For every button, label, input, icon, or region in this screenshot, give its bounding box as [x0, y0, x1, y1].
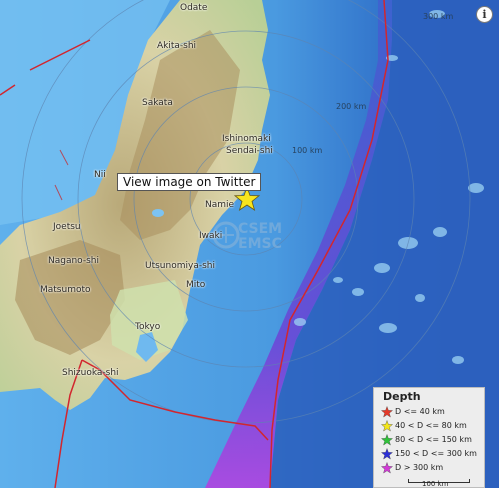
place-akita: Akita-shi	[157, 41, 197, 51]
place-matsumoto: Matsumoto	[40, 285, 91, 295]
place-sendai: Sendai-shi	[226, 146, 273, 156]
legend-row: D <= 40 km	[381, 406, 445, 418]
view-image-tooltip[interactable]: View image on Twitter	[117, 173, 262, 191]
watermark-line2: EMSC	[238, 236, 282, 252]
ring-label-300km: 300 km	[423, 12, 454, 21]
place-odate: Odate	[180, 3, 208, 13]
legend-row: 80 < D <= 150 km	[381, 434, 472, 446]
ring-label-100km: 100 km	[292, 146, 323, 155]
legend-label: 80 < D <= 150 km	[395, 435, 472, 444]
place-joetsu: Joetsu	[53, 222, 81, 232]
place-shizuoka: Shizuoka-shi	[62, 368, 119, 378]
place-sakata: Sakata	[142, 98, 173, 108]
legend-title: Depth	[383, 390, 421, 403]
legend-row: 40 < D <= 80 km	[381, 420, 467, 432]
place-utsunomiya: Utsunomiya-shi	[145, 261, 215, 271]
info-button[interactable]: i	[476, 6, 493, 23]
place-nagano: Nagano-shi	[48, 256, 99, 266]
lake-inawashiro	[152, 209, 164, 217]
scale-label: 100 km	[422, 480, 449, 488]
legend-label: D > 300 km	[395, 463, 444, 472]
depth-legend: Depth D <= 40 km 40 < D <= 80 km 80 < D …	[373, 387, 485, 488]
place-namie: Namie	[205, 200, 235, 210]
legend-label: 40 < D <= 80 km	[395, 421, 467, 430]
place-iwaki: Iwaki	[199, 231, 223, 241]
ring-label-200km: 200 km	[336, 102, 367, 111]
red-star-icon	[381, 406, 393, 418]
place-niigata: Nii	[94, 170, 106, 180]
blue-star-icon	[381, 448, 393, 460]
place-mito: Mito	[186, 280, 206, 290]
legend-label: 150 < D <= 300 km	[395, 449, 477, 458]
map-frame: CSEM EMSC Odate Akita-shi Sakata Ishinom…	[0, 0, 499, 488]
legend-label: D <= 40 km	[395, 407, 445, 416]
yellow-star-icon	[381, 420, 393, 432]
watermark-line1: CSEM	[238, 221, 283, 237]
legend-row: D > 300 km	[381, 462, 443, 474]
place-ishinomaki: Ishinomaki	[222, 134, 271, 144]
green-star-icon	[381, 434, 393, 446]
legend-row: 150 < D <= 300 km	[381, 448, 477, 460]
place-tokyo: Tokyo	[135, 322, 161, 332]
magenta-star-icon	[381, 462, 393, 474]
